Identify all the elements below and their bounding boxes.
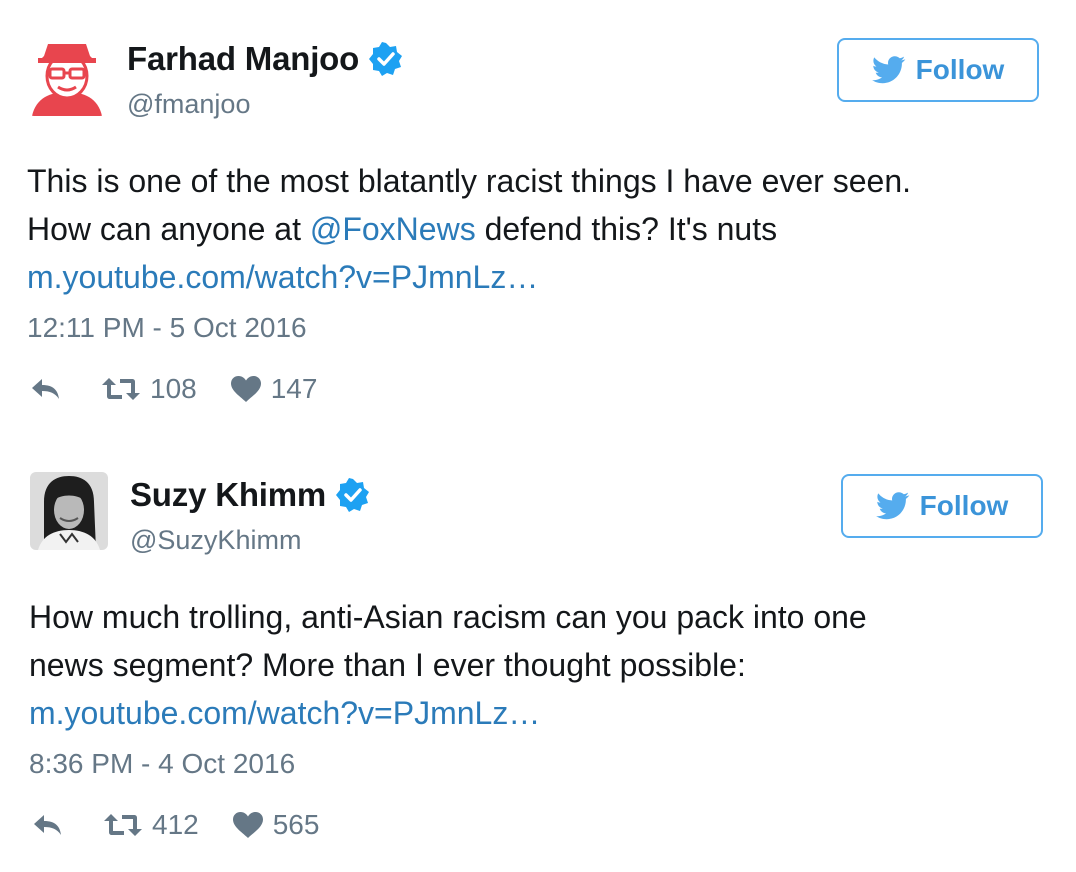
tweet-card: Farhad Manjoo @fmanjoo Follow This is on… [0,0,1076,436]
verified-badge-icon [336,478,370,512]
retweet-count: 412 [152,809,199,840]
photo-avatar-icon [30,472,108,550]
tweet-text-line: news segment? More than I ever thought p… [29,647,746,683]
text-segment: defend this? It's nuts [475,211,778,247]
retweet-icon [104,814,142,836]
heart-icon [232,812,263,838]
tweet-timestamp[interactable]: 12:11 PM - 5 Oct 2016 [27,312,307,344]
reply-button[interactable] [32,813,64,837]
follow-label: Follow [919,490,1009,521]
retweet-count: 108 [150,373,197,404]
tweet-text: How much trolling, anti-Asian racism can… [29,593,867,737]
tweet-timestamp[interactable]: 8:36 PM - 4 Oct 2016 [29,748,295,780]
twitter-bird-icon [875,492,909,520]
follow-button[interactable]: Follow [841,474,1043,538]
follow-button[interactable]: Follow [837,38,1039,102]
author-row: Suzy Khimm [130,476,370,514]
author-name[interactable]: Suzy Khimm [130,476,326,514]
avatar[interactable] [28,38,106,116]
twitter-bird-icon [871,56,905,84]
like-button[interactable]: 147 [230,373,318,405]
reply-button[interactable] [30,377,62,401]
mention-link[interactable]: @FoxNews [310,211,476,247]
verified-badge-icon [369,42,403,76]
author-handle[interactable]: @SuzyKhimm [130,525,301,556]
tweet-actions: 108 147 [30,373,317,405]
tweet-text-line: How can anyone at @FoxNews defend this? … [27,205,911,253]
retweet-button[interactable]: 108 [102,373,197,405]
like-button[interactable]: 565 [232,809,320,841]
follow-label: Follow [915,54,1005,85]
like-count: 565 [272,809,320,840]
author-name[interactable]: Farhad Manjoo [127,40,359,78]
like-count: 147 [270,373,318,404]
text-segment: How can anyone at [27,211,310,247]
reply-icon [32,379,59,399]
author-row: Farhad Manjoo [127,40,403,78]
avatar[interactable] [30,472,108,550]
reply-icon [34,815,61,835]
cartoon-avatar-icon [28,38,106,116]
tweet-actions: 412 565 [32,809,319,841]
retweet-button[interactable]: 412 [104,809,199,841]
tweet-card: Suzy Khimm @SuzyKhimm Follow How much tr… [0,436,1076,872]
url-link[interactable]: m.youtube.com/watch?v=PJmnLz… [29,689,867,737]
tweet-text-line: How much trolling, anti-Asian racism can… [29,599,867,635]
tweet-text-line: This is one of the most blatantly racist… [27,163,911,199]
author-handle[interactable]: @fmanjoo [127,89,250,120]
url-link[interactable]: m.youtube.com/watch?v=PJmnLz… [27,253,911,301]
retweet-icon [102,378,140,400]
tweet-text: This is one of the most blatantly racist… [27,157,911,301]
heart-icon [230,376,261,402]
